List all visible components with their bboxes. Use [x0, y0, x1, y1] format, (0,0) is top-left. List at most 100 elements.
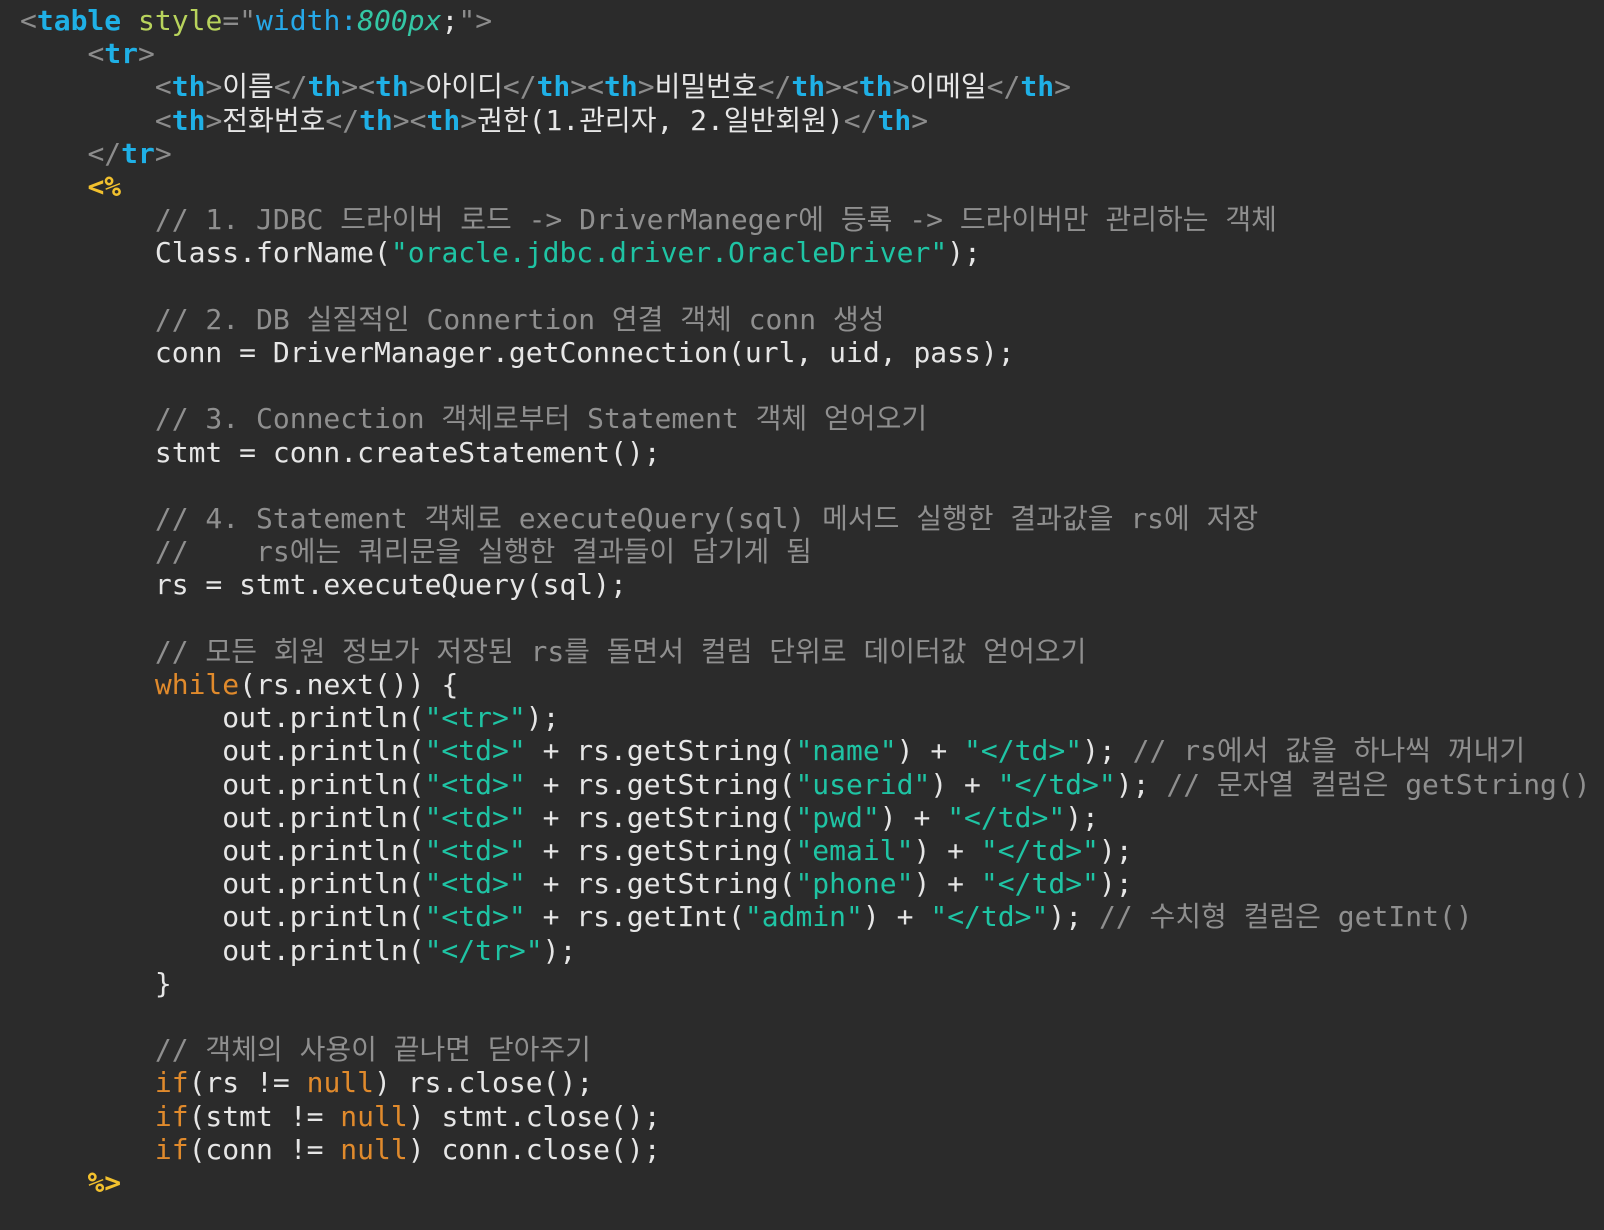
code-token: "<td>" — [424, 734, 526, 768]
code-token: ) + — [913, 867, 981, 901]
code-token: ) + — [913, 834, 981, 867]
code-token: out.println( — [20, 834, 425, 867]
code-token: "phone" — [795, 867, 914, 901]
code-line: </tr> — [20, 136, 172, 171]
code-token: // 2. DB 실질적인 Connertion 연결 객체 conn 생성 — [154, 302, 885, 336]
code-token: "admin" — [744, 900, 863, 934]
code-token: ) + — [862, 900, 931, 934]
code-token: 전화번호 — [222, 103, 326, 137]
code-token: > — [460, 103, 478, 137]
code-token: > — [138, 37, 155, 71]
code-line: if(rs != null) rs.close(); — [20, 1066, 593, 1100]
code-token: ); — [1115, 767, 1167, 801]
code-token: ); — [1065, 800, 1099, 834]
code-line: // 모든 회원 정보가 저장된 rs를 돌면서 컬럼 단위로 데이터값 얻어오… — [20, 635, 1087, 669]
code-token: > — [154, 136, 172, 170]
code-token: null — [306, 1066, 375, 1100]
code-line: if(conn != null) conn.close(); — [20, 1133, 661, 1167]
code-token: ); — [542, 933, 577, 967]
code-token: ); — [1098, 867, 1133, 901]
code-token: "userid" — [795, 767, 931, 801]
code-line: conn = DriverManager.getConnection(url, … — [20, 336, 1015, 370]
code-token: </ — [502, 70, 537, 104]
code-token: >< — [570, 70, 604, 104]
code-token: + rs.getString( — [525, 867, 796, 901]
code-token: th — [307, 70, 342, 104]
code-token: > — [892, 70, 910, 104]
code-token: (conn != — [188, 1132, 341, 1166]
code-token: "pwd" — [795, 800, 880, 834]
code-token: th — [374, 70, 409, 104]
code-token: %> — [87, 1166, 122, 1199]
code-line: out.println("<tr>"); — [20, 701, 559, 735]
code-token: > — [205, 103, 223, 137]
code-line: out.println("<td>" + rs.getString("useri… — [20, 767, 1590, 802]
code-token: if — [154, 1066, 189, 1100]
code-line: %> — [20, 1166, 121, 1200]
code-token: out.println( — [20, 800, 425, 834]
code-line: out.println("<td>" + rs.getString("name"… — [20, 734, 1525, 768]
code-token: // 3. Connection 객체로부터 Statement 객체 얻어오기 — [154, 402, 928, 436]
code-token: </ — [986, 70, 1021, 104]
code-token: th — [359, 103, 393, 137]
code-line: // 4. Statement 객체로 executeQuery(sql) 메서… — [20, 502, 1258, 536]
code-token: "<td>" — [424, 800, 526, 834]
code-line: <table style="width:800px;"> — [20, 4, 492, 38]
code-line: while(rs.next()) { — [20, 668, 458, 702]
code-token: "> — [458, 4, 493, 37]
code-token: (stmt != — [188, 1099, 341, 1133]
code-token: "<td>" — [424, 834, 526, 867]
code-token: > — [1054, 70, 1071, 104]
code-line: <th>이름</th><th>아이디</th><th>비밀번호</th><th>… — [20, 70, 1071, 104]
code-token: >< — [341, 70, 375, 104]
code-token: width: — [256, 4, 358, 37]
code-token: >< — [825, 70, 859, 104]
code-token: ); — [525, 701, 560, 735]
code-editor[interactable]: <table style="width:800px;"> <tr> <th>이름… — [0, 0, 1604, 1230]
code-token: + rs.getString( — [525, 834, 796, 867]
code-token: 비밀번호 — [654, 70, 758, 104]
code-line: out.println("<td>" + rs.getString("pwd")… — [20, 801, 1099, 835]
code-token: "<td>" — [424, 867, 526, 901]
code-token: if — [154, 1099, 189, 1133]
code-token: tr — [121, 136, 155, 170]
code-line: stmt = conn.createStatement(); — [20, 436, 661, 470]
code-token: // rs에는 쿼리문을 실행한 결과들이 담기게 됨 — [154, 535, 812, 569]
code-line: out.println("<td>" + rs.getInt("admin") … — [20, 900, 1472, 934]
code-token: + rs.getInt( — [525, 900, 745, 934]
code-token: "<tr>" — [424, 701, 526, 735]
code-token: ) + — [879, 800, 948, 834]
code-token: ); — [1048, 900, 1099, 934]
code-token: "</td>" — [947, 800, 1066, 834]
code-line: // 2. DB 실질적인 Connertion 연결 객체 conn 생성 — [20, 302, 885, 337]
code-token: th — [426, 103, 461, 137]
code-token: </ — [87, 136, 122, 170]
code-token: "<td>" — [424, 767, 526, 801]
code-line: // 1. JDBC 드라이버 로드 -> DriverManeger에 등록 … — [20, 203, 1277, 237]
code-token: out.println( — [20, 900, 425, 934]
code-token: th — [858, 70, 893, 104]
code-token: > — [408, 70, 426, 104]
code-token: > — [205, 70, 223, 104]
code-line: } — [20, 967, 172, 1001]
code-token: + rs.getString( — [525, 734, 796, 768]
code-line: <tr> — [20, 37, 155, 71]
code-token: Class.forName( — [20, 236, 391, 270]
code-token: stmt = conn.createStatement(); — [20, 435, 661, 469]
code-token: // 4. Statement 객체로 executeQuery(sql) 메서… — [154, 502, 1259, 535]
code-token: out.println( — [20, 701, 425, 735]
code-token: null — [340, 1099, 408, 1133]
code-token: </ — [843, 103, 878, 137]
code-token: out.println( — [20, 767, 425, 801]
code-token: th — [171, 103, 206, 137]
code-token: ) + — [930, 767, 998, 801]
code-token: "email" — [795, 834, 914, 867]
code-token: ); — [1082, 734, 1133, 768]
